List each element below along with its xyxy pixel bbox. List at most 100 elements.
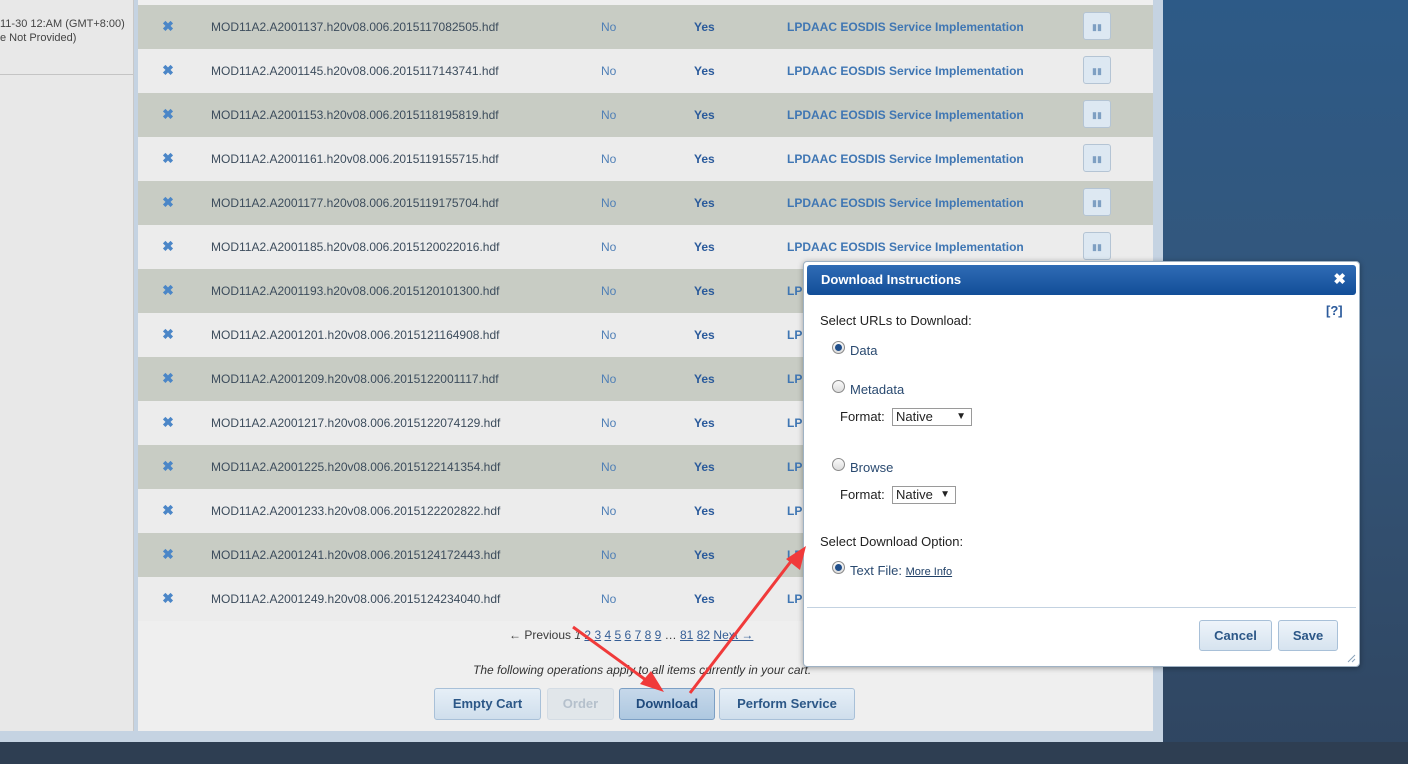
pagination-page-link[interactable]: 81 — [680, 628, 693, 642]
granule-col-yes: Yes — [694, 240, 715, 254]
granule-view-icon[interactable]: ▮▮ — [1083, 12, 1111, 40]
granule-provider-link[interactable]: LPDAAC EOSDIS Service Implementation — [787, 240, 1024, 254]
perform-service-button[interactable]: Perform Service — [719, 688, 855, 720]
pagination-page-link[interactable]: 6 — [625, 628, 632, 642]
granule-filename: MOD11A2.A2001225.h20v08.006.201512214135… — [211, 460, 501, 474]
order-button[interactable]: Order — [547, 688, 614, 720]
browse-format-label: Format: — [840, 487, 885, 502]
granule-col-no: No — [601, 372, 617, 386]
granule-col-yes: Yes — [694, 416, 715, 430]
granule-col-no: No — [601, 548, 617, 562]
granule-provider-link[interactable]: LPDAAC EOSDIS Service Implementation — [787, 108, 1024, 122]
empty-cart-button[interactable]: Empty Cart — [434, 688, 541, 720]
left-panel-divider — [0, 74, 133, 75]
pagination-page-link[interactable]: 7 — [635, 628, 642, 642]
granule-provider-link[interactable]: LP — [787, 416, 802, 430]
more-info-link[interactable]: More Info — [906, 566, 952, 578]
close-x-icon[interactable]: ✖ — [161, 238, 175, 254]
chevron-down-icon: ▼ — [956, 411, 966, 422]
browse-option-label: Browse — [850, 460, 894, 475]
pagination-page-link[interactable]: 5 — [615, 628, 622, 642]
pagination-next[interactable]: Next → — [713, 628, 753, 642]
close-x-icon[interactable]: ✖ — [161, 18, 175, 34]
granule-view-icon[interactable]: ▮▮ — [1083, 144, 1111, 172]
granule-provider-link[interactable]: LP — [787, 548, 802, 562]
metadata-format-label: Format: — [840, 409, 885, 424]
download-option-label: Select Download Option: — [820, 534, 964, 549]
granule-provider-link[interactable]: LPDAAC EOSDIS Service Implementation — [787, 64, 1024, 78]
save-button[interactable]: Save — [1278, 620, 1338, 651]
pagination-previous[interactable]: ← Previous — [509, 628, 571, 642]
granule-filename: MOD11A2.A2001161.h20v08.006.201511915571… — [211, 152, 499, 166]
granule-filename: MOD11A2.A2001249.h20v08.006.201512423404… — [211, 592, 501, 606]
pagination-page-link[interactable]: 82 — [697, 628, 710, 642]
granule-col-yes: Yes — [694, 548, 715, 562]
help-link[interactable]: [?] — [1326, 303, 1343, 318]
granule-col-yes: Yes — [694, 196, 715, 210]
download-button[interactable]: Download — [619, 688, 715, 720]
close-x-icon[interactable]: ✖ — [161, 282, 175, 298]
close-x-icon[interactable]: ✖ — [161, 106, 175, 122]
pagination-page-link[interactable]: 3 — [594, 628, 601, 642]
close-x-icon[interactable]: ✖ — [161, 194, 175, 210]
granule-col-no: No — [601, 284, 617, 298]
granule-view-icon[interactable]: ▮▮ — [1083, 56, 1111, 84]
table-row: ✖ MOD11A2.A2001153.h20v08.006.20151181958… — [138, 93, 1153, 137]
granule-provider-link[interactable]: LP — [787, 592, 802, 606]
pagination-page-link[interactable]: 2 — [584, 628, 591, 642]
browse-radio[interactable] — [832, 458, 845, 471]
close-x-icon[interactable]: ✖ — [161, 546, 175, 562]
granule-view-icon[interactable]: ▮▮ — [1083, 100, 1111, 128]
close-x-icon[interactable]: ✖ — [161, 62, 175, 78]
close-x-icon[interactable]: ✖ — [161, 458, 175, 474]
close-icon[interactable]: ✖ — [1333, 265, 1346, 295]
granule-provider-link[interactable]: LPDAAC EOSDIS Service Implementation — [787, 152, 1024, 166]
resize-grip-icon[interactable] — [1346, 653, 1356, 663]
granule-col-no: No — [601, 460, 617, 474]
granule-provider-link[interactable]: LPDAAC EOSDIS Service Implementation — [787, 20, 1024, 34]
cart-operations-note: The following operations apply to all it… — [473, 663, 812, 677]
metadata-radio[interactable] — [832, 380, 845, 393]
granule-provider-link[interactable]: LP — [787, 372, 802, 386]
pagination-page-link[interactable]: 8 — [645, 628, 652, 642]
close-x-icon[interactable]: ✖ — [161, 150, 175, 166]
granule-col-yes: Yes — [694, 592, 715, 606]
chevron-down-icon: ▼ — [940, 489, 950, 500]
temporal-status-text: e Not Provided) — [0, 32, 77, 44]
granule-filename: MOD11A2.A2001137.h20v08.006.201511708250… — [211, 20, 499, 34]
granule-provider-link[interactable]: LP — [787, 328, 802, 342]
browse-format-select[interactable]: Native ▼ — [892, 486, 956, 504]
granule-col-yes: Yes — [694, 284, 715, 298]
dialog-footer-divider — [807, 607, 1356, 608]
close-x-icon[interactable]: ✖ — [161, 326, 175, 342]
cancel-button[interactable]: Cancel — [1199, 620, 1272, 651]
metadata-format-select[interactable]: Native ▼ — [892, 408, 972, 426]
close-x-icon[interactable]: ✖ — [161, 590, 175, 606]
granule-provider-link[interactable]: LPDAAC EOSDIS Service Implementation — [787, 196, 1024, 210]
close-x-icon[interactable]: ✖ — [161, 414, 175, 430]
close-x-icon[interactable]: ✖ — [161, 370, 175, 386]
granule-col-no: No — [601, 152, 617, 166]
granule-col-yes: Yes — [694, 460, 715, 474]
granule-col-yes: Yes — [694, 64, 715, 78]
granule-provider-link[interactable]: LP — [787, 460, 802, 474]
dialog-titlebar: Download Instructions ✖ — [807, 265, 1356, 295]
granule-view-icon[interactable]: ▮▮ — [1083, 188, 1111, 216]
granule-provider-link[interactable]: LP — [787, 504, 802, 518]
table-row: ✖ MOD11A2.A2001145.h20v08.006.20151171437… — [138, 49, 1153, 93]
granule-col-yes: Yes — [694, 20, 715, 34]
granule-col-no: No — [601, 108, 617, 122]
granule-col-yes: Yes — [694, 108, 715, 122]
text-file-label: Text File: — [850, 563, 903, 578]
granule-col-no: No — [601, 416, 617, 430]
left-panel: 11-30 12:AM (GMT+8:00) e Not Provided) — [0, 0, 134, 731]
pagination-current: 1 — [574, 628, 582, 642]
text-file-radio[interactable] — [832, 561, 845, 574]
granule-filename: MOD11A2.A2001241.h20v08.006.201512417244… — [211, 548, 501, 562]
close-x-icon[interactable]: ✖ — [161, 502, 175, 518]
granule-view-icon[interactable]: ▮▮ — [1083, 232, 1111, 260]
pagination-page-link[interactable]: 9 — [655, 628, 662, 642]
data-radio[interactable] — [832, 341, 845, 354]
granule-provider-link[interactable]: LP — [787, 284, 802, 298]
pagination-page-link[interactable]: 4 — [604, 628, 611, 642]
